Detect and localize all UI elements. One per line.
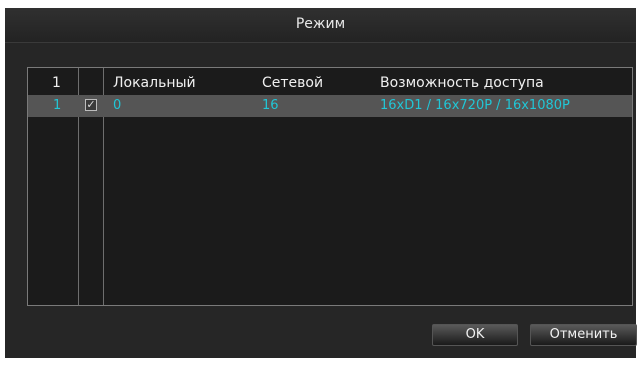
row-network-value: 16 [262, 98, 279, 113]
column-header-network: Сетевой [262, 75, 324, 91]
column-header-local: Локальный [113, 75, 196, 91]
cancel-button[interactable]: Отменить [530, 324, 637, 346]
row-index: 1 [53, 98, 62, 113]
mode-table: 1 Локальный Сетевой Возможность доступа … [27, 67, 633, 306]
column-header-access: Возможность доступа [380, 75, 544, 91]
row-access-value: 16xD1 / 16x720P / 16x1080P [380, 98, 570, 113]
dialog-title: Режим [295, 16, 346, 32]
ok-button[interactable]: OK [432, 324, 518, 346]
mode-dialog: Режим 1 Локальный Сетевой Возможность до… [5, 8, 637, 358]
table-row[interactable]: 1 ✓ 0 16 16xD1 / 16x720P / 16x1080P [28, 95, 632, 117]
table-header: 1 Локальный Сетевой Возможность доступа [28, 68, 632, 95]
dialog-title-bar: Режим [5, 8, 636, 43]
column-header-index: 1 [52, 75, 61, 91]
row-local-value: 0 [113, 98, 122, 113]
row-checkbox[interactable]: ✓ [85, 99, 97, 111]
